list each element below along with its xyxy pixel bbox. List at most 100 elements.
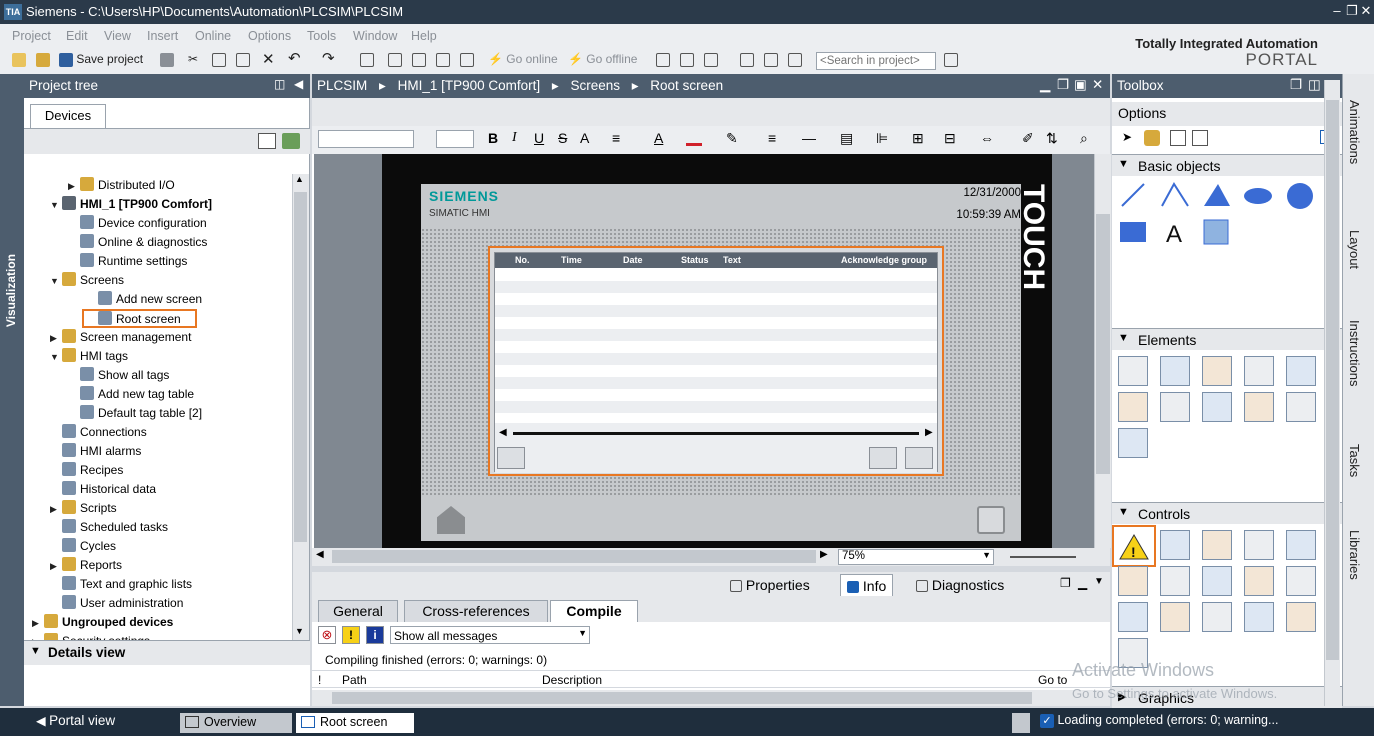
- maximize-icon[interactable]: ❐: [1345, 3, 1359, 19]
- status-message[interactable]: ✓ Loading completed (errors: 0; warning.…: [1040, 713, 1278, 733]
- download-icon[interactable]: [388, 52, 402, 70]
- breadcrumb-project[interactable]: PLCSIM: [317, 78, 367, 93]
- tab-tasks[interactable]: Tasks: [1347, 444, 1362, 477]
- go-offline-button[interactable]: ⚡ Go offline: [568, 52, 637, 70]
- print-icon[interactable]: [160, 52, 174, 70]
- col-severity[interactable]: !: [318, 673, 321, 687]
- status-force-icon[interactable]: [1244, 566, 1274, 596]
- tree-item[interactable]: Scheduled tasks: [50, 518, 168, 537]
- inspector-collapse-icon[interactable]: ▼: [1094, 576, 1104, 587]
- delete-icon[interactable]: ✕: [262, 50, 275, 68]
- format-painter-icon[interactable]: ✐: [1022, 130, 1034, 147]
- tree-item[interactable]: Add new screen: [86, 290, 202, 309]
- tree-item[interactable]: Connections: [50, 423, 147, 442]
- breadcrumb-screens[interactable]: Screens: [570, 78, 620, 93]
- section-controls[interactable]: ▼ Controls: [1112, 502, 1342, 524]
- tree-expand-icon[interactable]: ▶: [50, 557, 60, 576]
- tree-expand-icon[interactable]: ▶: [68, 177, 78, 196]
- io-field-icon[interactable]: [1118, 356, 1148, 386]
- hscroll-left-icon[interactable]: ◀: [316, 549, 324, 560]
- clock-icon[interactable]: [1118, 428, 1148, 458]
- tab-instructions[interactable]: Instructions: [1347, 320, 1362, 386]
- zoom-slider[interactable]: [1010, 556, 1076, 558]
- scroll-thumb[interactable]: [294, 192, 307, 542]
- sm-status-icon[interactable]: [1244, 602, 1274, 632]
- inspector-minimize-icon[interactable]: ▁: [1078, 576, 1087, 590]
- tree-item[interactable]: ▼ Screens: [50, 271, 124, 290]
- tree-item[interactable]: ▶ Scripts: [50, 499, 117, 518]
- message-filter-select[interactable]: Show all messages ▼: [390, 626, 590, 644]
- list-view-icon[interactable]: [1192, 130, 1208, 146]
- tree-item[interactable]: ▼ HMI_1 [TP900 Comfort]: [50, 195, 212, 214]
- breadcrumb-root-screen[interactable]: Root screen: [650, 78, 723, 93]
- subtab-cross-references[interactable]: Cross-references: [404, 600, 548, 622]
- tree-item[interactable]: HMI alarms: [50, 442, 141, 461]
- editor-hscroll-thumb[interactable]: [332, 550, 816, 563]
- tab-libraries[interactable]: Libraries: [1347, 530, 1362, 580]
- menu-insert[interactable]: Insert: [147, 29, 178, 43]
- toolbox-scroll-thumb[interactable]: [1326, 100, 1339, 660]
- menu-project[interactable]: Project: [12, 29, 51, 43]
- gauge-icon[interactable]: [1286, 392, 1316, 422]
- line-tool-icon[interactable]: [1121, 183, 1145, 207]
- graphic-view-tool-icon[interactable]: [1203, 219, 1229, 245]
- tree-item[interactable]: Runtime settings: [68, 252, 187, 271]
- menu-window[interactable]: Window: [353, 29, 397, 43]
- compile-icon[interactable]: [436, 52, 450, 70]
- font-color-icon[interactable]: A: [654, 130, 663, 146]
- info-filter-icon[interactable]: i: [366, 626, 384, 644]
- toolbox-restore-icon[interactable]: ❐: [1290, 77, 1302, 93]
- graphic-io-field-icon[interactable]: [1244, 356, 1274, 386]
- start-cpu-icon[interactable]: [680, 52, 694, 70]
- minimize-icon[interactable]: –: [1330, 3, 1344, 19]
- status-info-icon[interactable]: [1012, 713, 1030, 733]
- close-icon[interactable]: ✕: [1359, 3, 1373, 19]
- copy-icon[interactable]: [212, 52, 226, 70]
- tree-item[interactable]: Root screen: [82, 309, 197, 328]
- collapse-left-icon[interactable]: ◀: [294, 77, 303, 91]
- tree-item[interactable]: Text and graphic lists: [50, 575, 192, 594]
- line-width-icon[interactable]: ≡: [768, 130, 776, 146]
- screen-canvas[interactable]: SIEMENS SIMATIC HMI 12/31/2000 10:59:39 …: [314, 154, 1094, 548]
- editor-vscroll-thumb[interactable]: [1096, 214, 1110, 474]
- alarm-edit-button[interactable]: [869, 447, 897, 469]
- menu-help[interactable]: Help: [411, 29, 437, 43]
- toolbox-scrollbar[interactable]: [1324, 80, 1340, 706]
- redo-icon[interactable]: ↷: [322, 49, 335, 67]
- tree-item[interactable]: ▶ Distributed I/O: [68, 176, 175, 195]
- go-online-button[interactable]: ⚡ Go online: [488, 52, 558, 70]
- warning-filter-icon[interactable]: !: [342, 626, 360, 644]
- zoom-select[interactable]: 75% ▼: [838, 549, 994, 565]
- alarm-scroll-right-icon[interactable]: ▶: [925, 427, 933, 438]
- editor-close-icon[interactable]: ✕: [1092, 77, 1103, 93]
- tree-expand-icon[interactable]: ▶: [50, 329, 60, 348]
- polyline-tool-icon[interactable]: [1161, 182, 1189, 207]
- stop-cpu-icon[interactable]: [704, 52, 718, 70]
- tree-item[interactable]: ▼ HMI tags: [50, 347, 128, 366]
- switch-icon[interactable]: [1160, 392, 1190, 422]
- fill-color-icon[interactable]: [686, 130, 702, 146]
- tree-item[interactable]: ▶ Screen management: [50, 328, 191, 347]
- printer-job-icon[interactable]: [1160, 566, 1190, 596]
- symbolic-library-icon[interactable]: [1202, 392, 1232, 422]
- video-camera-icon[interactable]: [1286, 602, 1316, 632]
- user-view-icon[interactable]: [1202, 530, 1232, 560]
- open-project-icon[interactable]: [36, 52, 50, 70]
- align-icon[interactable]: ≡: [612, 130, 620, 146]
- details-view-header[interactable]: ▼ Details view: [24, 641, 310, 665]
- strikethrough-icon[interactable]: S: [558, 130, 567, 146]
- tab-diagnostics[interactable]: Diagnostics: [910, 574, 1011, 596]
- pointer-tool-icon[interactable]: ➤: [1122, 130, 1132, 144]
- editor-restore-icon[interactable]: ❐: [1057, 77, 1069, 93]
- split-vertical-icon[interactable]: [764, 52, 778, 70]
- section-elements[interactable]: ▼ Elements: [1112, 328, 1342, 350]
- graphics-tool-icon[interactable]: [1170, 130, 1186, 146]
- alarm-scroll-left-icon[interactable]: ◀: [499, 427, 507, 438]
- trend-view-icon[interactable]: [1160, 530, 1190, 560]
- scroll-up-icon[interactable]: ▲: [295, 174, 304, 184]
- underline-icon[interactable]: U: [534, 130, 544, 146]
- breadcrumb-device[interactable]: HMI_1 [TP900 Comfort]: [398, 78, 541, 93]
- user-tool-icon[interactable]: [1144, 130, 1160, 146]
- menu-edit[interactable]: Edit: [66, 29, 88, 43]
- font-size-select[interactable]: [436, 130, 474, 148]
